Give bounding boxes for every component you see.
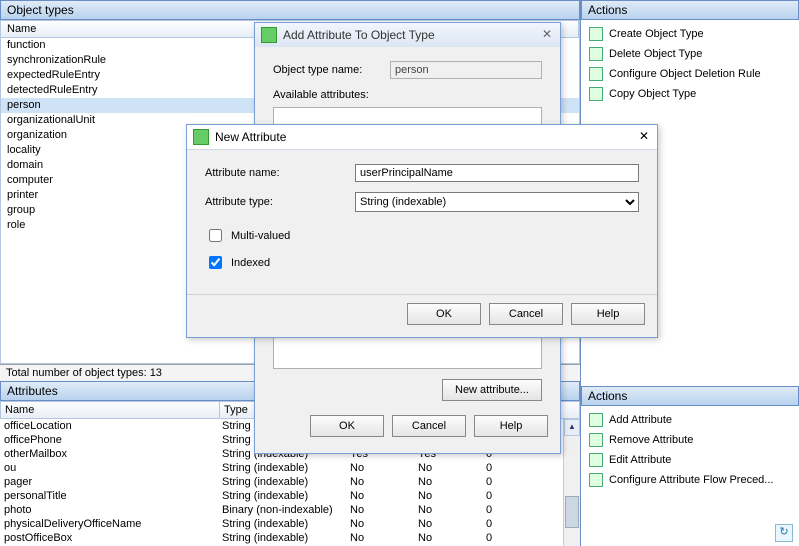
table-row[interactable]: photoBinary (non-indexable)NoNo0: [0, 503, 580, 517]
dialog-title-text: Add Attribute To Object Type: [283, 28, 435, 42]
action-item[interactable]: Add Attribute: [585, 410, 795, 430]
action-label: Remove Attribute: [609, 434, 693, 446]
action-label: Edit Attribute: [609, 454, 671, 466]
action-item[interactable]: Configure Object Deletion Rule: [585, 64, 795, 84]
table-row[interactable]: personalTitleString (indexable)NoNo0: [0, 489, 580, 503]
action-icon: [589, 433, 603, 447]
action-label: Configure Object Deletion Rule: [609, 68, 761, 80]
action-label: Copy Object Type: [609, 88, 696, 100]
label-object-type-name: Object type name:: [273, 64, 390, 76]
new-attribute-button[interactable]: New attribute...: [442, 379, 542, 401]
attribute-type-select[interactable]: String (indexable): [355, 192, 639, 212]
table-row[interactable]: postOfficeBoxString (indexable)NoNo0: [0, 531, 580, 545]
dialog-titlebar[interactable]: Add Attribute To Object Type ✕: [255, 23, 560, 47]
app-icon: [193, 129, 209, 145]
object-types-header: Object types: [0, 0, 580, 20]
cancel-button[interactable]: Cancel: [489, 303, 563, 325]
action-icon: [589, 87, 603, 101]
actions-bottom-header: Actions: [581, 386, 799, 406]
action-label: Configure Attribute Flow Preced...: [609, 474, 773, 486]
indexed-checkbox[interactable]: [209, 256, 222, 269]
action-item[interactable]: Remove Attribute: [585, 430, 795, 450]
ok-button[interactable]: OK: [407, 303, 481, 325]
column-attr-name[interactable]: Name: [1, 402, 220, 418]
attribute-name-field[interactable]: [355, 164, 639, 182]
cancel-button[interactable]: Cancel: [392, 415, 466, 437]
dialog-new-attribute: New Attribute ✕ Attribute name: Attribut…: [186, 124, 658, 338]
action-icon: [589, 413, 603, 427]
app-icon: [261, 27, 277, 43]
attributes-scrollbar[interactable]: ▲: [563, 419, 580, 546]
close-icon[interactable]: ✕: [637, 130, 651, 144]
table-row[interactable]: ouString (indexable)NoNo0: [0, 461, 580, 475]
action-item[interactable]: Edit Attribute: [585, 450, 795, 470]
dialog-titlebar[interactable]: New Attribute ✕: [187, 125, 657, 150]
dialog-title-text: New Attribute: [215, 130, 286, 144]
action-icon: [589, 453, 603, 467]
action-item[interactable]: Create Object Type: [585, 24, 795, 44]
action-item[interactable]: Delete Object Type: [585, 44, 795, 64]
action-item[interactable]: Configure Attribute Flow Preced...: [585, 470, 795, 490]
actions-top-header: Actions: [581, 0, 799, 20]
action-item[interactable]: Copy Object Type: [585, 84, 795, 104]
close-icon[interactable]: ✕: [540, 28, 554, 42]
action-icon: [589, 67, 603, 81]
multi-valued-checkbox[interactable]: [209, 229, 222, 242]
action-label: Delete Object Type: [609, 48, 702, 60]
ok-button[interactable]: OK: [310, 415, 384, 437]
label-attribute-name: Attribute name:: [205, 167, 355, 179]
object-type-name-field: [390, 61, 542, 79]
label-available-attributes: Available attributes:: [273, 89, 542, 101]
table-row[interactable]: pagerString (indexable)NoNo0: [0, 475, 580, 489]
action-icon: [589, 473, 603, 487]
actions-bottom-list: Add Attribute Remove Attribute Edit Attrib…: [581, 406, 799, 494]
action-label: Create Object Type: [609, 28, 704, 40]
scroll-up-arrow-icon[interactable]: ▲: [564, 419, 580, 436]
action-label: Add Attribute: [609, 414, 672, 426]
indexed-label[interactable]: Indexed: [231, 257, 270, 269]
table-row[interactable]: physicalDeliveryOfficeNameString (indexa…: [0, 517, 580, 531]
refresh-icon[interactable]: ↻: [775, 524, 793, 542]
action-icon: [589, 47, 603, 61]
label-attribute-type: Attribute type:: [205, 196, 355, 208]
multi-valued-label[interactable]: Multi-valued: [231, 230, 290, 242]
help-button[interactable]: Help: [474, 415, 548, 437]
scroll-thumb[interactable]: [565, 496, 579, 528]
action-icon: [589, 27, 603, 41]
help-button[interactable]: Help: [571, 303, 645, 325]
